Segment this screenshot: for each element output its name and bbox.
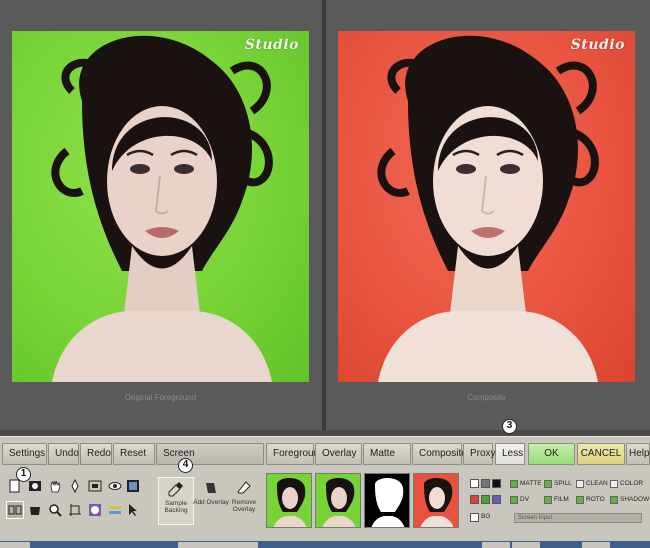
- portrait-illustration: [377, 35, 599, 382]
- bg-swatch[interactable]: [470, 513, 479, 522]
- move-icon[interactable]: [66, 477, 84, 495]
- film-option-label: FILM: [554, 496, 569, 503]
- matte-option[interactable]: MATTE: [510, 479, 542, 489]
- remove-overlay-button[interactable]: Remove Overlay: [226, 477, 262, 525]
- fit-frame-icon[interactable]: [86, 477, 104, 495]
- taskbar-segment[interactable]: [512, 542, 540, 548]
- less-button[interactable]: Less: [495, 443, 525, 465]
- gradient-icon[interactable]: [106, 501, 124, 519]
- taskbar-segment[interactable]: [582, 542, 610, 548]
- callout-3: 3: [502, 419, 517, 434]
- roto-option-label: ROTO: [586, 496, 605, 503]
- foreground-image[interactable]: Studio: [12, 31, 309, 382]
- callout-1: 1: [16, 467, 31, 482]
- matte-thumbnail[interactable]: [364, 473, 410, 528]
- keying-toolbar: Settings Undo Redo Reset Screen Foregrou…: [0, 419, 650, 548]
- dv-option-label: DV: [520, 496, 530, 503]
- matte-checkbox[interactable]: [510, 480, 518, 488]
- keying-app: Studio Studio Original Foreground Compos…: [0, 0, 650, 548]
- reset-button[interactable]: Reset: [113, 443, 155, 465]
- redo-button[interactable]: Redo: [80, 443, 112, 465]
- undo-button[interactable]: Undo: [48, 443, 79, 465]
- color-swatches: BG: [470, 477, 506, 529]
- sample-backing-label: Sample Backing: [164, 500, 188, 514]
- taskbar-segment[interactable]: [482, 542, 510, 548]
- tab-composite[interactable]: Composite: [412, 443, 467, 465]
- tab-overlay[interactable]: Overlay: [315, 443, 362, 465]
- clean-option[interactable]: CLEAN: [576, 479, 608, 489]
- tab-matte[interactable]: Matte: [363, 443, 411, 465]
- hand-icon[interactable]: [46, 477, 64, 495]
- blue-swatch[interactable]: [492, 495, 501, 504]
- film-checkbox[interactable]: [544, 496, 552, 504]
- add-overlay-button[interactable]: Add Overlay: [193, 477, 229, 525]
- proxy-button[interactable]: Proxy: [463, 443, 496, 465]
- composite-image[interactable]: Studio: [338, 31, 635, 382]
- button-row: Settings Undo Redo Reset Screen Foregrou…: [0, 443, 650, 467]
- keying-options: MATTE SPILL CLEAN COLOR DV FILM ROTO SHA…: [508, 477, 650, 537]
- crop-icon[interactable]: [66, 501, 84, 519]
- eyedropper-icon: [159, 478, 193, 500]
- taskbar-strip: [0, 541, 650, 548]
- taskbar-segment[interactable]: [0, 542, 30, 548]
- film-option[interactable]: FILM: [544, 495, 569, 505]
- portrait-illustration: [51, 35, 273, 382]
- roto-option[interactable]: ROTO: [576, 495, 605, 505]
- split-view-icon[interactable]: [6, 501, 24, 519]
- spill-option[interactable]: SPILL: [544, 479, 572, 489]
- sample-backing-button[interactable]: Sample Backing: [158, 477, 194, 525]
- color-option-label: COLOR: [620, 480, 644, 487]
- bg-label: BG: [481, 513, 491, 520]
- add-overlay-icon: [193, 477, 229, 499]
- help-button[interactable]: Help: [626, 443, 650, 465]
- status-field[interactable]: Screen Input: [514, 513, 642, 523]
- shadow-option-label: SHADOW: [620, 496, 650, 503]
- foreground-caption: Original Foreground: [124, 393, 197, 402]
- shadow-checkbox[interactable]: [610, 496, 618, 504]
- zoom-icon[interactable]: [46, 501, 64, 519]
- remove-overlay-label: Remove Overlay: [231, 499, 257, 513]
- eraser-icon: [226, 477, 262, 499]
- overlay-thumbnail[interactable]: [315, 473, 361, 528]
- taskbar-segment[interactable]: [178, 542, 258, 548]
- white-swatch[interactable]: [470, 479, 479, 488]
- settings-button[interactable]: Settings: [2, 443, 47, 465]
- foreground-thumbnail[interactable]: [266, 473, 312, 528]
- green-swatch[interactable]: [481, 495, 490, 504]
- screen-button[interactable]: Screen: [156, 443, 264, 465]
- matte-option-label: MATTE: [520, 480, 542, 487]
- dv-checkbox[interactable]: [510, 496, 518, 504]
- circle-mask-icon[interactable]: [86, 501, 104, 519]
- roto-checkbox[interactable]: [576, 496, 584, 504]
- dv-option[interactable]: DV: [510, 495, 529, 505]
- film-icon[interactable]: [124, 477, 142, 495]
- cancel-button[interactable]: CANCEL: [577, 443, 625, 465]
- spill-option-label: SPILL: [554, 480, 572, 487]
- color-checkbox[interactable]: [610, 480, 618, 488]
- ok-button[interactable]: OK: [528, 443, 575, 465]
- composite-thumbnail[interactable]: [413, 473, 459, 528]
- black-swatch[interactable]: [492, 479, 501, 488]
- spill-checkbox[interactable]: [544, 480, 552, 488]
- composite-caption: Composite: [467, 393, 506, 402]
- studio-watermark: Studio: [244, 37, 299, 53]
- studio-watermark: Studio: [570, 37, 625, 53]
- callout-4: 4: [178, 458, 193, 473]
- clean-option-label: CLEAN: [586, 480, 608, 487]
- color-option[interactable]: COLOR: [610, 479, 643, 489]
- add-overlay-label: Add Overlay: [193, 499, 229, 506]
- arrow-icon[interactable]: [124, 501, 142, 519]
- shadow-option[interactable]: SHADOW: [610, 495, 649, 505]
- gray-swatch[interactable]: [481, 479, 490, 488]
- view-thumbnails: [266, 473, 462, 529]
- bucket-icon[interactable]: [26, 501, 44, 519]
- red-swatch[interactable]: [470, 495, 479, 504]
- tab-foreground[interactable]: Foreground: [266, 443, 325, 465]
- view-icon[interactable]: [106, 477, 124, 495]
- clean-checkbox[interactable]: [576, 480, 584, 488]
